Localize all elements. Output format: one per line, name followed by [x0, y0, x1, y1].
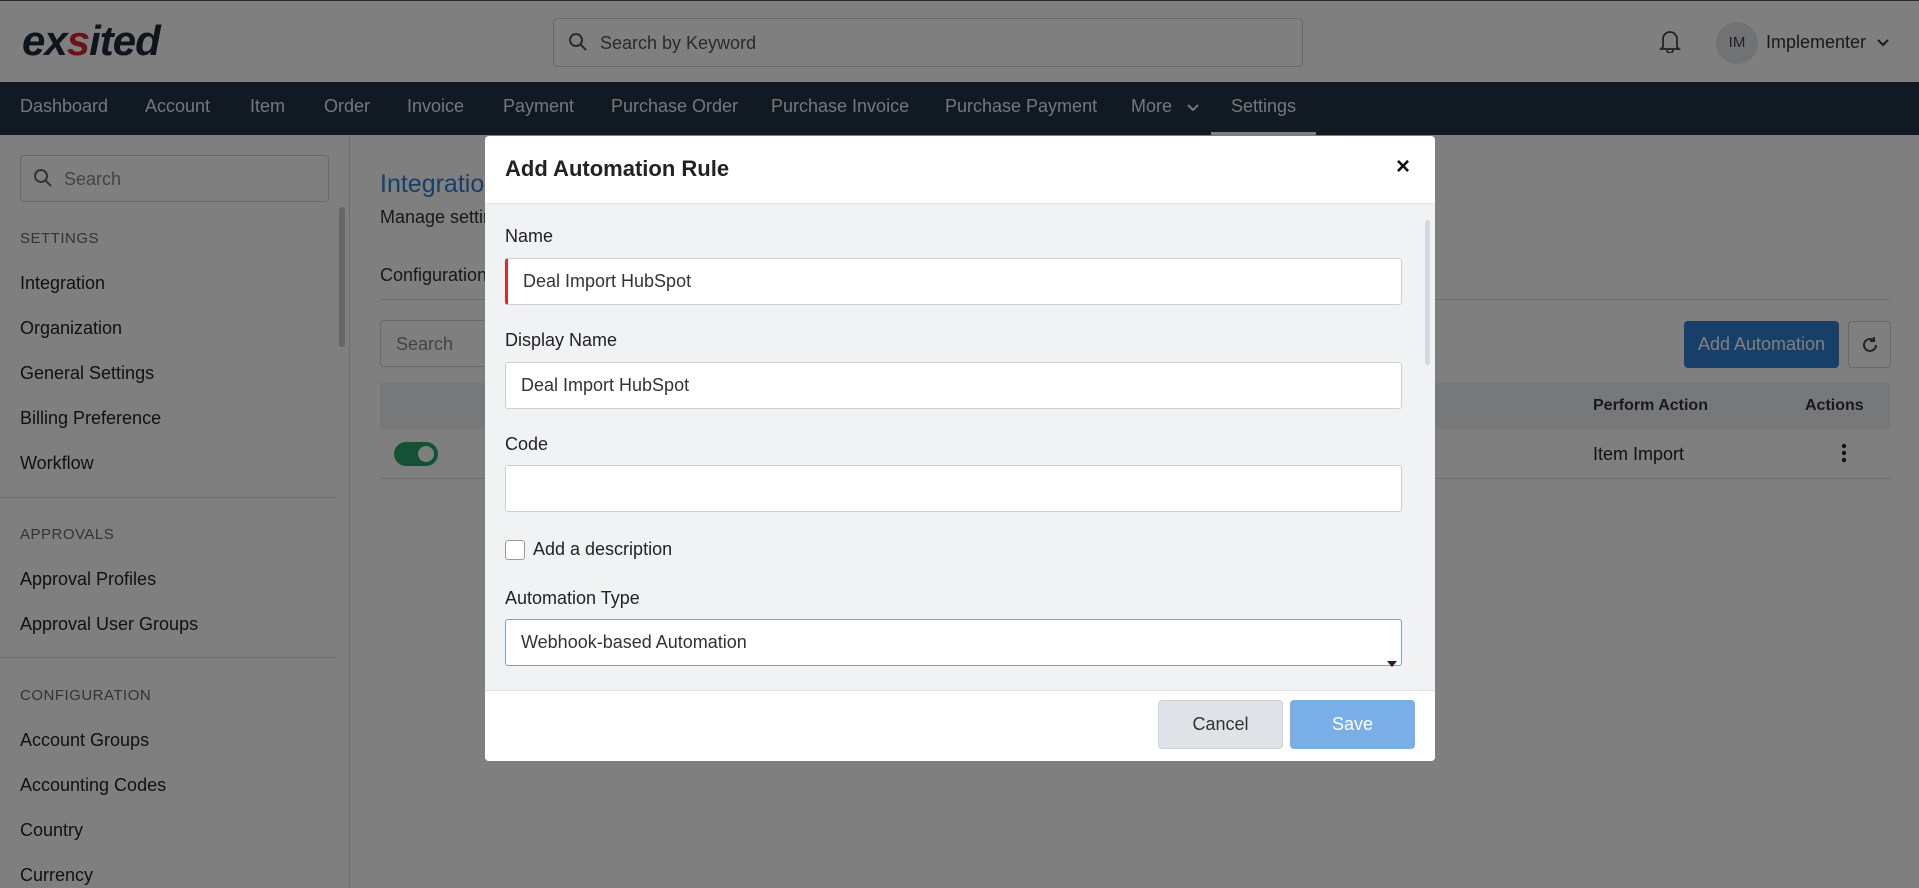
name-field[interactable]: Deal Import HubSpot	[505, 258, 1402, 305]
code-label: Code	[505, 434, 549, 454]
modal-scrollbar[interactable]	[1425, 220, 1430, 365]
caret-down-icon	[1386, 640, 1398, 685]
cancel-button[interactable]: Cancel	[1158, 700, 1283, 749]
add-automation-rule-dialog: Add Automation Rule × Name Deal Import H…	[485, 136, 1435, 761]
automation-type-value: Webhook-based Automation	[521, 632, 747, 652]
automation-type-label: Automation Type	[505, 588, 640, 608]
modal-title: Add Automation Rule	[505, 156, 730, 181]
automation-type-select[interactable]: Webhook-based Automation	[505, 619, 1402, 667]
close-icon[interactable]: ×	[1396, 155, 1410, 179]
display-name-label: Display Name	[505, 330, 618, 350]
modal-header: Add Automation Rule ×	[485, 136, 1435, 204]
add-description-label[interactable]: Add a description	[533, 539, 672, 560]
save-button[interactable]: Save	[1290, 700, 1415, 749]
code-field[interactable]	[505, 465, 1402, 512]
modal-footer: Cancel Save	[485, 690, 1435, 761]
display-name-field[interactable]: Deal Import HubSpot	[505, 362, 1402, 409]
add-description-checkbox[interactable]	[505, 540, 525, 560]
name-label: Name	[505, 226, 554, 246]
